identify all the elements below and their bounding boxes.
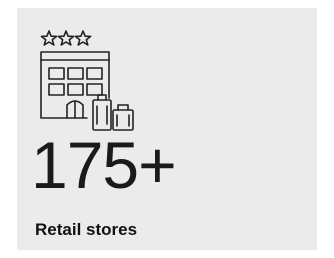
hotel-building-luggage-icon xyxy=(37,30,149,132)
stat-label: Retail stores xyxy=(35,220,138,239)
star-icon xyxy=(57,30,75,46)
stat-value: 175+ xyxy=(31,128,177,202)
stat-card: 175+ Retail stores xyxy=(17,8,317,250)
star-icon xyxy=(40,30,58,46)
star-icon xyxy=(74,30,92,46)
